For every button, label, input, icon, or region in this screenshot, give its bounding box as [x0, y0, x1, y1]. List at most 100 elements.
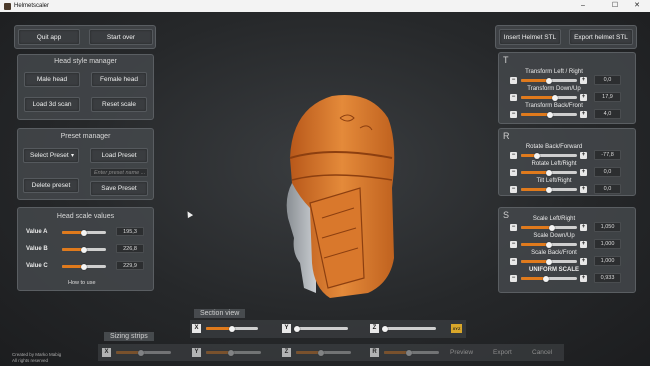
rotate-slider[interactable] [521, 152, 577, 159]
rotate-value-field[interactable]: 0,0 [594, 184, 621, 194]
minus-icon[interactable]: − [510, 224, 517, 231]
slider-knob[interactable] [81, 246, 87, 253]
slider-knob[interactable] [81, 263, 87, 270]
head-scale-slider[interactable] [62, 263, 106, 270]
rotate-slider[interactable] [521, 186, 577, 193]
head-scale-slider[interactable] [62, 229, 106, 236]
plus-icon[interactable]: + [580, 224, 587, 231]
translate-value-field[interactable]: 4,0 [594, 109, 621, 119]
load-preset-button[interactable]: Load Preset [90, 148, 148, 163]
minus-icon[interactable]: − [510, 275, 517, 282]
start-over-button[interactable]: Start over [89, 29, 153, 45]
male-head-button[interactable]: Male head [24, 72, 80, 87]
select-preset-dropdown[interactable]: Select Preset ▾ [23, 148, 79, 163]
plus-icon[interactable]: + [580, 241, 587, 248]
translate-slider[interactable] [521, 111, 577, 118]
translate-slider[interactable] [521, 94, 577, 101]
slider-knob[interactable] [546, 241, 552, 248]
section-x-slider[interactable] [206, 325, 258, 332]
translate-value-field[interactable]: 17,9 [594, 92, 621, 102]
sizing-y-slider[interactable] [206, 349, 261, 356]
rotate-value-field[interactable]: 0,0 [594, 167, 621, 177]
section-xyz-toggle[interactable]: XYZ [451, 324, 462, 333]
head-scale-value[interactable]: 195,3 [116, 227, 144, 236]
sizing-r-slider[interactable] [384, 349, 439, 356]
sizing-x-toggle[interactable]: X [102, 348, 111, 357]
scale-value-field[interactable]: 1,000 [594, 256, 621, 266]
slider-knob[interactable] [543, 275, 550, 282]
scale-value-field[interactable]: 1,000 [594, 239, 621, 249]
export-button[interactable]: Export [493, 349, 512, 356]
slider-knob[interactable] [81, 229, 87, 236]
scale-slider[interactable] [521, 224, 577, 231]
load-3d-scan-button[interactable]: Load 3d scan [24, 97, 80, 112]
minus-icon[interactable]: − [510, 77, 517, 84]
head-scale-value[interactable]: 226,8 [116, 244, 144, 253]
sizing-z-slider[interactable] [296, 349, 351, 356]
slider-knob[interactable] [546, 258, 552, 265]
plus-icon[interactable]: + [580, 111, 587, 118]
plus-icon[interactable]: + [580, 258, 587, 265]
sizing-r-toggle[interactable]: R [370, 348, 379, 357]
scale-value-field[interactable]: 1,050 [594, 222, 621, 232]
sizing-z-toggle[interactable]: Z [282, 348, 291, 357]
female-head-button[interactable]: Female head [91, 72, 147, 87]
section-x-toggle[interactable]: X [192, 324, 201, 333]
maximize-button[interactable]: ☐ [604, 0, 626, 12]
head-scale-value[interactable]: 229,9 [116, 261, 144, 270]
plus-icon[interactable]: + [580, 94, 587, 101]
slider-knob[interactable] [546, 169, 552, 176]
scale-slider[interactable] [521, 241, 577, 248]
save-preset-button[interactable]: Save Preset [90, 181, 148, 196]
insert-helmet-button[interactable]: Insert Helmet STL [499, 29, 561, 45]
section-y-slider[interactable] [294, 325, 348, 332]
sizing-x-slider[interactable] [116, 349, 171, 356]
minus-icon[interactable]: − [510, 152, 517, 159]
plus-icon[interactable]: + [580, 275, 587, 282]
minimize-button[interactable]: – [572, 0, 594, 12]
slider-knob[interactable] [547, 111, 554, 118]
scale-slider[interactable] [521, 258, 577, 265]
section-z-slider[interactable] [382, 325, 436, 332]
credits-line-1: Created by Marko Mabig [12, 352, 62, 357]
plus-icon[interactable]: + [580, 77, 587, 84]
close-button[interactable]: ✕ [626, 0, 648, 12]
minus-icon[interactable]: − [510, 169, 517, 176]
sizing-y-toggle[interactable]: Y [192, 348, 201, 357]
minus-icon[interactable]: − [510, 111, 517, 118]
scale-row-label: Scale Down/Up [533, 233, 575, 239]
preset-name-input[interactable]: Enter preset name ... [90, 168, 148, 177]
translate-value-field[interactable]: 0,0 [594, 75, 621, 85]
slider-knob[interactable] [551, 94, 558, 101]
plus-icon[interactable]: + [580, 152, 587, 159]
scale-value-field[interactable]: 0,933 [594, 273, 621, 283]
delete-preset-button[interactable]: Delete preset [23, 178, 79, 193]
cancel-button[interactable]: Cancel [532, 349, 552, 356]
slider-fill [521, 79, 549, 82]
minus-icon[interactable]: − [510, 258, 517, 265]
minus-icon[interactable]: − [510, 241, 517, 248]
translate-slider[interactable] [521, 77, 577, 84]
slider-knob[interactable] [546, 186, 552, 193]
section-y-toggle[interactable]: Y [282, 324, 291, 333]
rotate-value-field[interactable]: -77,8 [594, 150, 621, 160]
section-z-toggle[interactable]: Z [370, 324, 379, 333]
plus-icon[interactable]: + [580, 186, 587, 193]
head-scale-slider[interactable] [62, 246, 106, 253]
slider-knob[interactable] [533, 152, 540, 159]
quit-app-button[interactable]: Quit app [18, 29, 80, 45]
how-to-use-link[interactable]: How to use [68, 280, 96, 286]
reset-scale-button[interactable]: Reset scale [91, 97, 147, 112]
slider-knob[interactable] [548, 224, 555, 231]
export-helmet-button[interactable]: Export helmet STL [569, 29, 633, 45]
plus-icon[interactable]: + [580, 169, 587, 176]
helmet-3d-viewport[interactable] [270, 88, 410, 303]
rotate-row-label: Rotate Back/Forward [525, 144, 583, 150]
preview-button[interactable]: Preview [450, 349, 473, 356]
slider-knob[interactable] [546, 77, 552, 84]
minus-icon[interactable]: − [510, 94, 517, 101]
minus-icon[interactable]: − [510, 186, 517, 193]
scale-slider[interactable] [521, 275, 577, 282]
rotate-panel: R Rotate Back/Forward − + -77,8 Rotate Le… [498, 128, 636, 196]
rotate-slider[interactable] [521, 169, 577, 176]
